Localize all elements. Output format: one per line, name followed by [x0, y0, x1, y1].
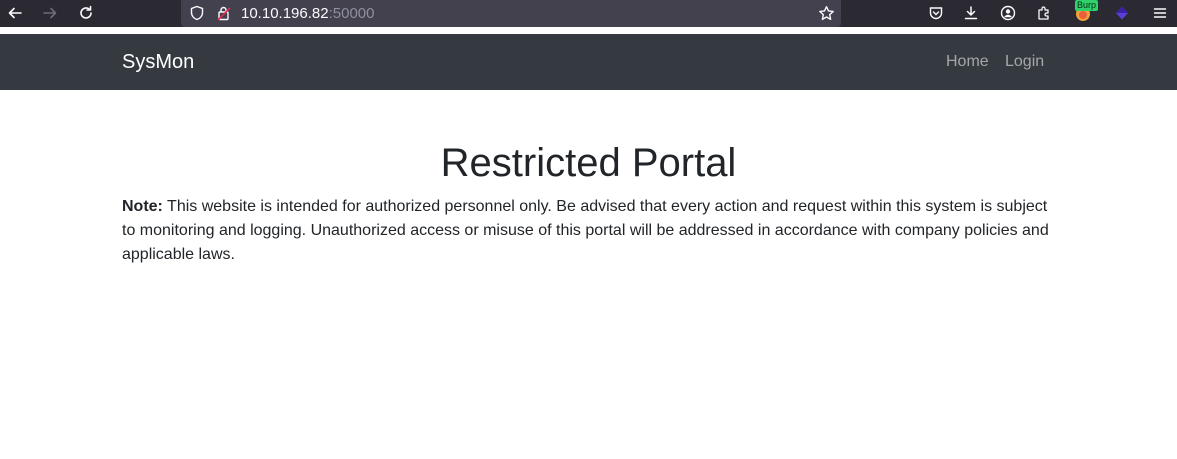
menu-icon[interactable] — [1148, 2, 1172, 24]
vpn-extension-icon[interactable] — [1110, 2, 1134, 24]
page-title: Restricted Portal — [440, 141, 737, 185]
forward-icon[interactable] — [38, 2, 62, 24]
brand-link[interactable]: SysMon — [122, 51, 194, 73]
notice-paragraph: Note: This website is intended for autho… — [122, 195, 1057, 267]
account-icon[interactable] — [996, 2, 1020, 24]
site-navbar: SysMon Home Login — [0, 34, 1177, 90]
extensions-icon[interactable] — [1032, 2, 1056, 24]
nav-link-home[interactable]: Home — [946, 53, 989, 71]
nav-link-login[interactable]: Login — [1005, 53, 1044, 71]
browser-toolbar: 10.10.196.82:50000 Burp — [0, 0, 1177, 27]
lock-icon[interactable] — [216, 5, 232, 21]
bookmark-star-icon[interactable] — [818, 5, 835, 22]
url-bar[interactable]: 10.10.196.82:50000 — [181, 0, 841, 27]
pocket-icon[interactable] — [924, 2, 948, 24]
note-label: Note: — [122, 198, 163, 215]
note-text: This website is intended for authorized … — [122, 198, 1049, 263]
burp-badge: Burp — [1075, 0, 1099, 11]
shield-icon[interactable] — [189, 5, 205, 21]
reload-icon[interactable] — [74, 2, 98, 24]
url-host: 10.10.196.82 — [241, 5, 329, 22]
download-icon[interactable] — [959, 2, 983, 24]
url-text[interactable]: 10.10.196.82:50000 — [241, 5, 374, 22]
back-icon[interactable] — [3, 2, 27, 24]
url-port: :50000 — [328, 5, 375, 22]
